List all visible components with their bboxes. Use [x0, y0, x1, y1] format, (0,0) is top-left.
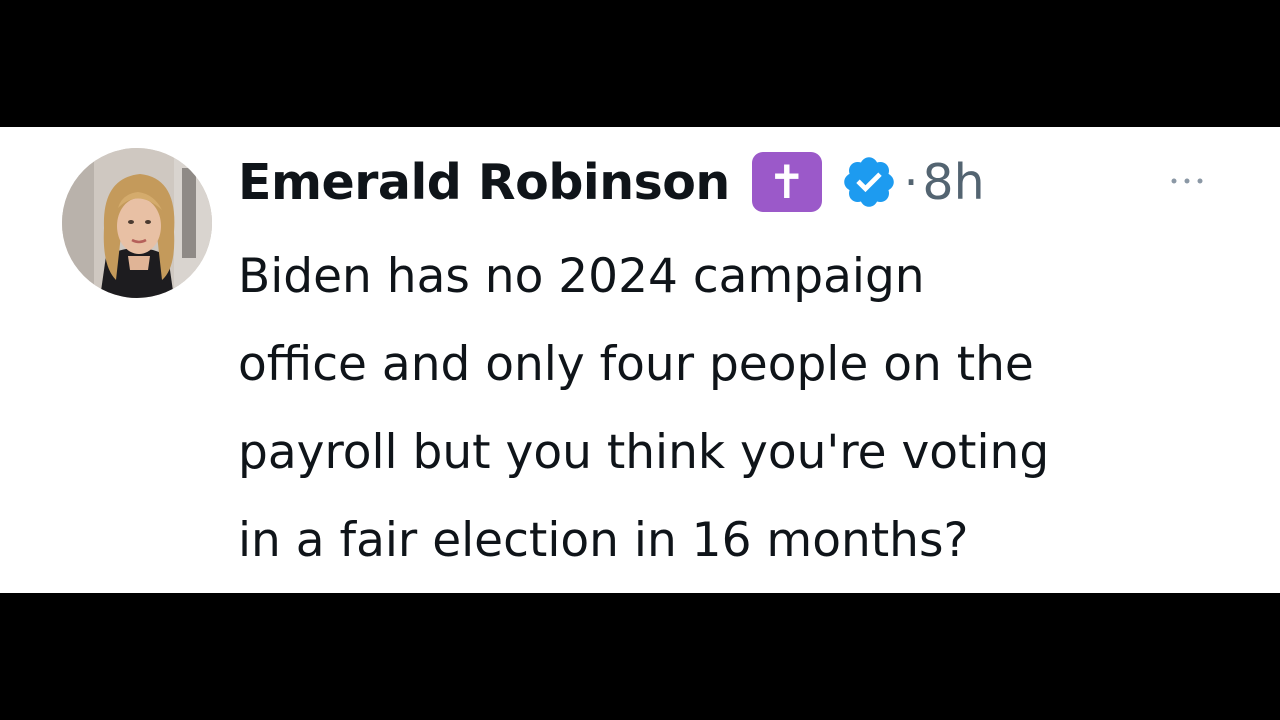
letterbox-bottom	[0, 593, 1280, 720]
tweet-text-line: Biden has no 2024 campaign	[238, 249, 925, 304]
ellipsis-icon	[1171, 178, 1203, 184]
tweet-text-line: office and only four people on the	[238, 337, 1034, 392]
latin-cross-glyph: ✝	[767, 155, 807, 209]
latin-cross-emoji-icon: ✝	[751, 152, 822, 212]
tweet-text-line: in a fair election in 16 months?	[238, 513, 969, 568]
tweet-body-text: Biden has no 2024 campaign office and on…	[238, 233, 1248, 585]
more-options-button[interactable]	[1166, 163, 1214, 199]
author-avatar[interactable]	[62, 148, 212, 298]
tweet-header: Emerald Robinson ✝ · 8h	[238, 149, 985, 215]
tweet-text-line: payroll but you think you're voting	[238, 425, 1050, 480]
tweet-timestamp[interactable]: 8h	[922, 154, 984, 211]
video-frame: Emerald Robinson ✝ · 8h Biden has no 202…	[0, 0, 1280, 720]
letterbox-top	[0, 0, 1280, 127]
header-separator: ·	[903, 155, 919, 209]
verified-badge-icon[interactable]	[840, 153, 898, 211]
tweet-card[interactable]: Emerald Robinson ✝ · 8h Biden has no 202…	[0, 127, 1280, 593]
avatar-photo-icon	[62, 148, 212, 298]
author-display-name[interactable]: Emerald Robinson	[238, 154, 730, 211]
